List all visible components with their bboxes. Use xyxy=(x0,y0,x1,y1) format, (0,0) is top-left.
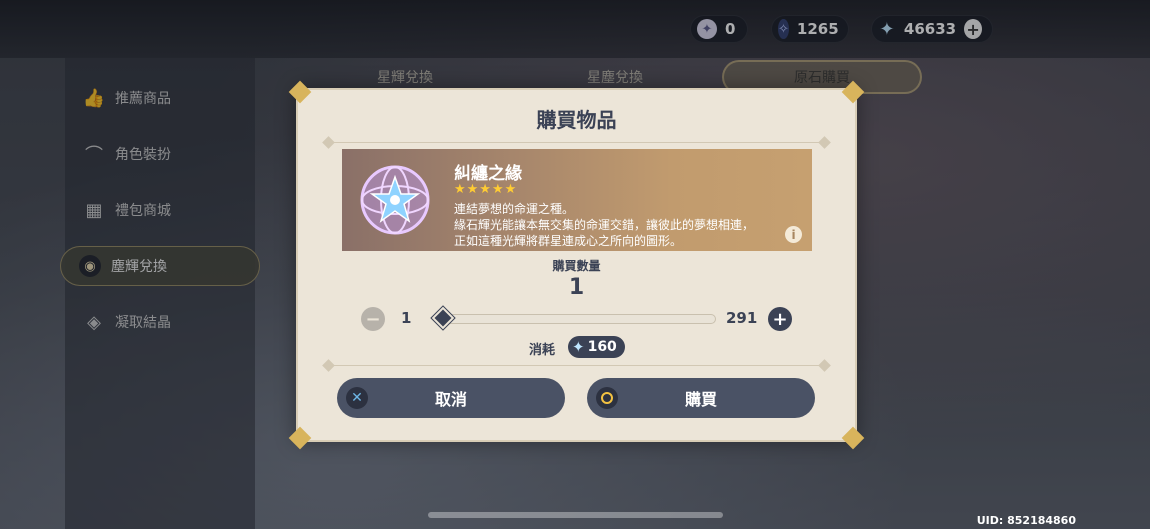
confirm-circle-icon xyxy=(596,387,618,409)
purchase-dialog: 購買物品 糾纏之緣 ★★★★★ 連結夢想的命運之種。 緣石輝光能讓本無交集的命運… xyxy=(288,80,865,450)
item-description-line: 正如這種光輝將群星連成心之所向的圖形。 xyxy=(454,234,683,248)
quantity-slider-handle[interactable] xyxy=(430,305,456,331)
item-banner: 糾纏之緣 ★★★★★ 連結夢想的命運之種。 緣石輝光能讓本無交集的命運交錯，讓彼… xyxy=(342,149,812,251)
quantity-max: 291 xyxy=(726,309,758,327)
item-rarity-stars: ★★★★★ xyxy=(454,182,518,197)
quantity-min: 1 xyxy=(401,309,412,327)
quantity-slider-track[interactable] xyxy=(438,314,716,324)
divider xyxy=(322,136,831,149)
quantity-value: 1 xyxy=(568,275,585,300)
item-name: 糾纏之緣 xyxy=(454,164,522,184)
primogem-icon: ✦ xyxy=(572,338,585,356)
dialog-title: 購買物品 xyxy=(536,108,617,132)
quantity-label: 購買數量 xyxy=(552,259,601,273)
cancel-button[interactable]: ✕ 取消 xyxy=(337,378,565,418)
increase-quantity-button[interactable]: + xyxy=(768,307,792,331)
buy-label: 購買 xyxy=(684,390,717,409)
item-description-line: 連結夢想的命運之種。 xyxy=(454,202,575,216)
cost-badge: ✦ 160 xyxy=(568,336,625,358)
cancel-x-icon: ✕ xyxy=(346,387,368,409)
divider xyxy=(322,359,831,372)
uid-label: UID: 852184860 xyxy=(976,514,1076,527)
decrease-quantity-button[interactable]: − xyxy=(361,307,385,331)
info-icon[interactable]: i xyxy=(785,226,802,243)
home-indicator xyxy=(428,512,723,518)
intertwined-fate-icon xyxy=(360,165,430,235)
cost-label: 消耗 xyxy=(529,343,556,358)
cancel-label: 取消 xyxy=(434,390,467,409)
item-description-line: 緣石輝光能讓本無交集的命運交錯，讓彼此的夢想相連， xyxy=(454,218,755,232)
buy-button[interactable]: 購買 xyxy=(587,378,815,418)
cost-value: 160 xyxy=(587,339,617,355)
